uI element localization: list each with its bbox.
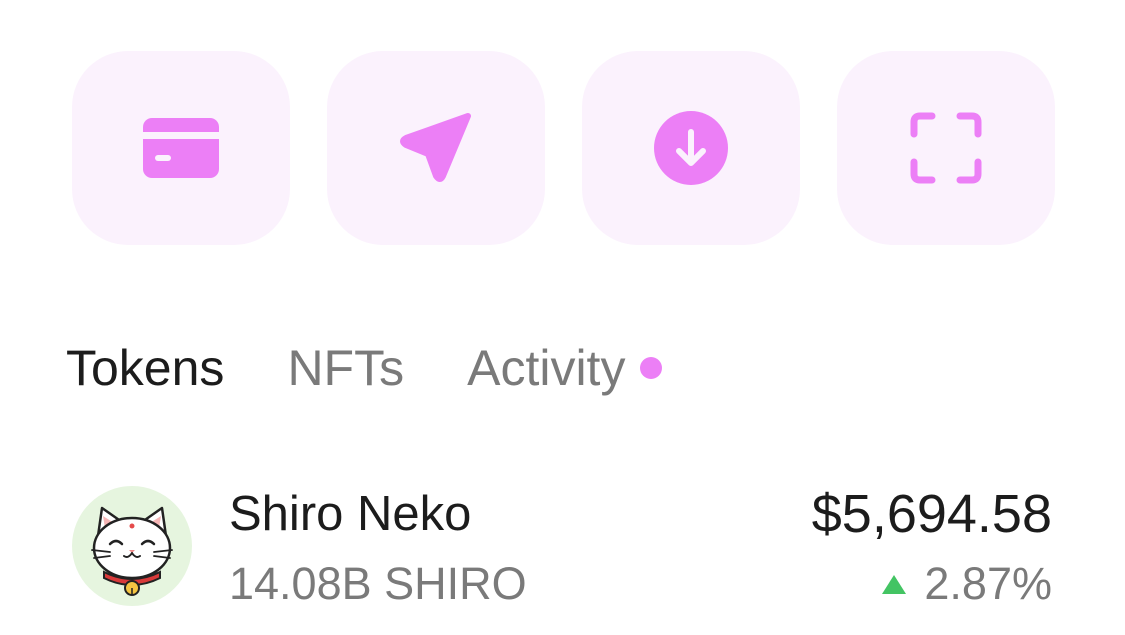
scan-button[interactable]: [837, 51, 1055, 245]
tab-bar: Tokens NFTs Activity: [66, 336, 663, 400]
send-button[interactable]: [327, 51, 545, 245]
tab-tokens-label: Tokens: [66, 340, 225, 396]
token-balance: 14.08B SHIRO: [229, 558, 527, 609]
cat-face-icon: [91, 506, 173, 596]
scan-frame-icon: [910, 112, 982, 184]
notification-dot: [640, 357, 663, 379]
tab-activity[interactable]: Activity: [467, 336, 663, 400]
credit-card-icon: [143, 118, 219, 178]
tab-activity-label: Activity: [467, 340, 626, 396]
token-row-shiro-neko[interactable]: Shiro Neko 14.08B SHIRO $5,694.58 2.87%: [72, 476, 1052, 616]
token-change-percent: 2.87%: [924, 558, 1052, 609]
token-fiat-value: $5,694.58: [811, 484, 1052, 544]
quick-actions-bar: [72, 51, 1055, 245]
arrow-down-circle-icon: [654, 111, 728, 185]
receive-button[interactable]: [582, 51, 800, 245]
send-arrow-icon: [400, 113, 471, 182]
token-price-change: 2.87%: [882, 556, 1052, 612]
shiro-neko-avatar: [72, 486, 192, 606]
up-triangle-icon: [882, 574, 907, 594]
buy-button[interactable]: [72, 51, 290, 245]
tab-tokens[interactable]: Tokens: [66, 336, 224, 400]
tab-nfts[interactable]: NFTs: [287, 336, 404, 400]
tab-nfts-label: NFTs: [287, 340, 405, 396]
token-name: Shiro Neko: [229, 487, 472, 541]
